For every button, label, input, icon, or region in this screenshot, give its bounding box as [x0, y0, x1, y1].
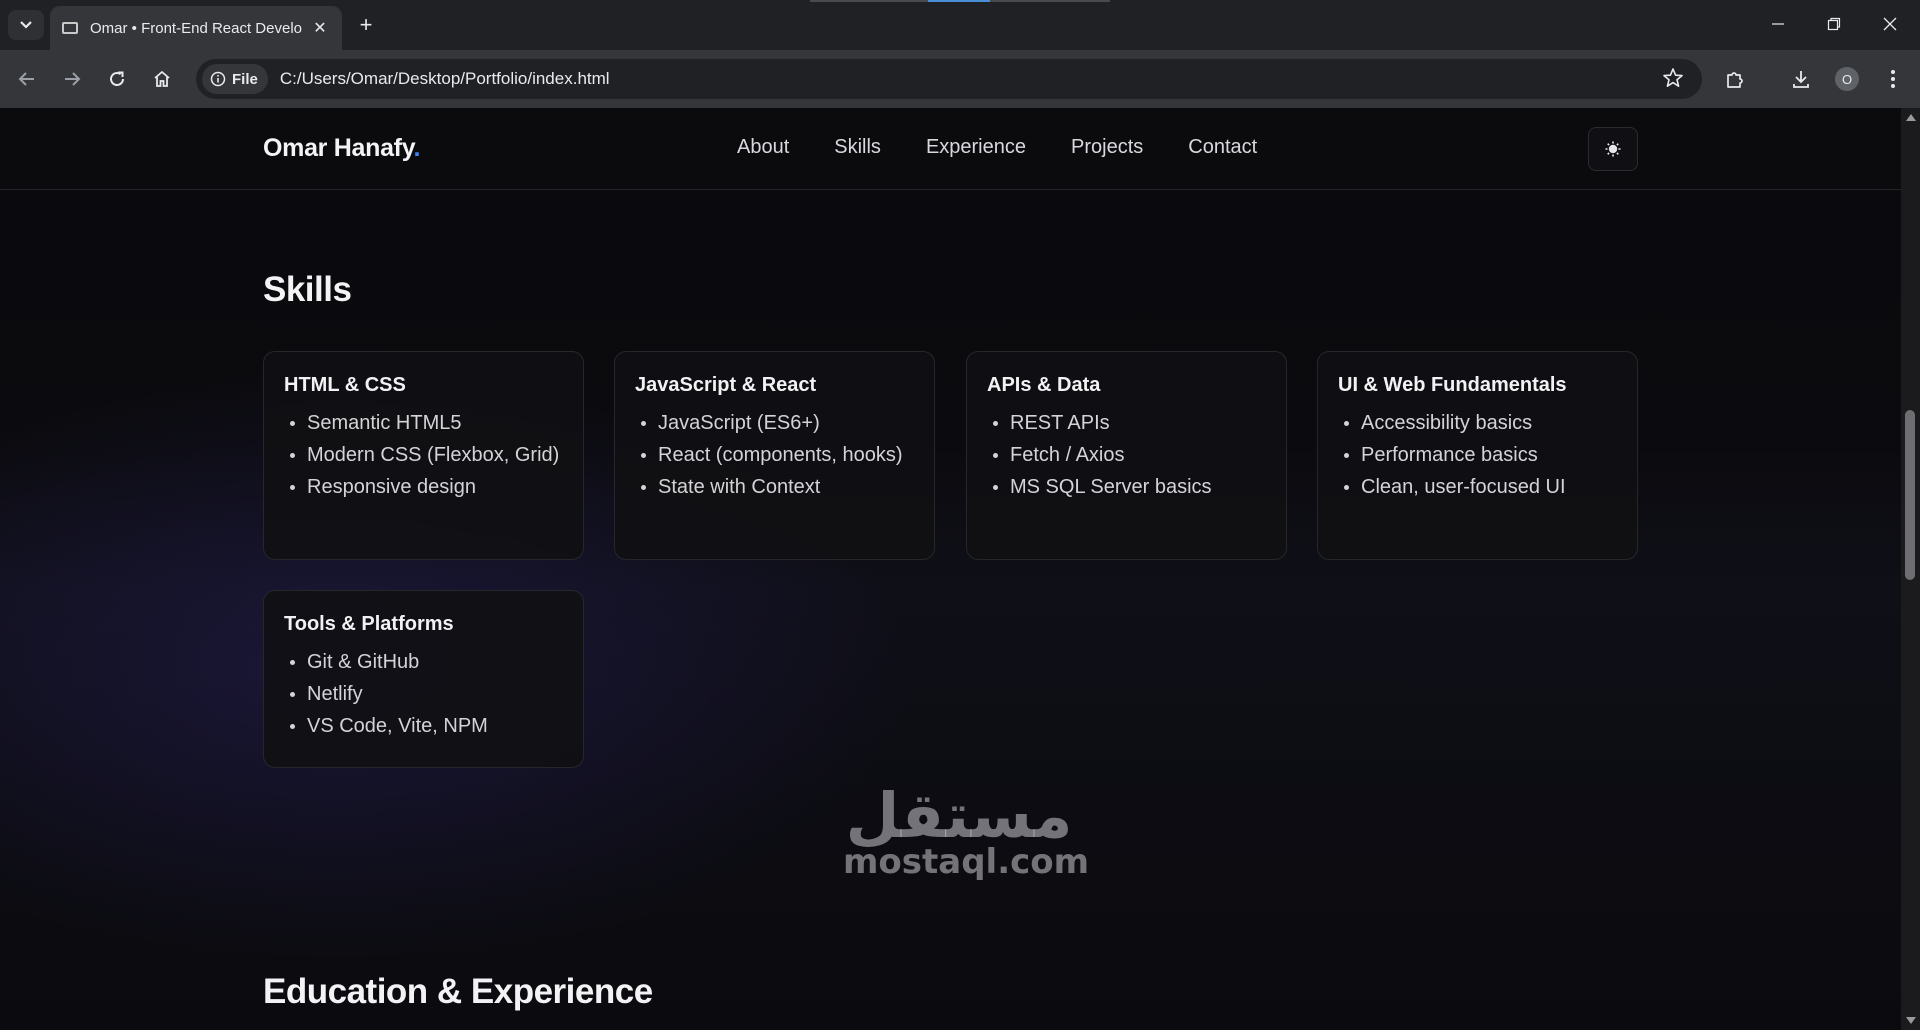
skill-list: JavaScript (ES6+) React (components, hoo…: [635, 407, 914, 503]
laptop-icon: [62, 22, 78, 34]
info-icon: [210, 71, 226, 87]
download-icon: [1793, 71, 1809, 88]
browser-toolbar: File C:/Users/Omar/Desktop/Portfolio/ind…: [0, 50, 1920, 108]
profile-button[interactable]: O: [1830, 62, 1864, 96]
reload-button[interactable]: [100, 62, 134, 96]
minimize-button[interactable]: [1750, 0, 1806, 48]
skill-card-title: Tools & Platforms: [284, 613, 454, 635]
skill-item: React (components, hooks): [635, 439, 914, 471]
education-experience-heading: Education & Experience: [263, 972, 653, 1011]
skill-item: JavaScript (ES6+): [635, 407, 914, 439]
skill-item: Modern CSS (Flexbox, Grid): [284, 439, 563, 471]
skill-item: REST APIs: [987, 407, 1266, 439]
watermark-arabic: مستقل: [845, 779, 1073, 852]
chevron-down-icon: [20, 21, 32, 29]
skill-list: REST APIs Fetch / Axios MS SQL Server ba…: [987, 407, 1266, 503]
nav-link-contact[interactable]: Contact: [1188, 136, 1257, 159]
main-nav: About Skills Experience Projects Contact: [737, 136, 1257, 159]
skill-item: Semantic HTML5: [284, 407, 563, 439]
skill-item: Clean, user-focused UI: [1338, 471, 1617, 503]
back-button[interactable]: [10, 62, 44, 96]
mostaql-watermark: مستقل mostaql.com: [843, 779, 1090, 882]
close-window-button[interactable]: [1862, 0, 1918, 48]
skill-item: State with Context: [635, 471, 914, 503]
page-scrollbar[interactable]: [1901, 108, 1920, 1030]
skill-card-html-css: HTML & CSS Semantic HTML5 Modern CSS (Fl…: [263, 351, 584, 560]
star-icon: [1663, 68, 1683, 87]
close-icon: [1883, 17, 1897, 31]
home-icon: [154, 70, 170, 87]
tab-title: Omar • Front-End React Developer: [90, 19, 302, 37]
skill-card-tools-platforms: Tools & Platforms Git & GitHub Netlify V…: [263, 590, 584, 768]
downloads-button[interactable]: [1784, 62, 1818, 96]
new-tab-button[interactable]: +: [350, 10, 382, 40]
skill-item: Accessibility basics: [1338, 407, 1617, 439]
skill-card-title: HTML & CSS: [284, 374, 406, 396]
brand-logo[interactable]: Omar Hanafy.: [263, 134, 420, 163]
skill-card-title: APIs & Data: [987, 374, 1101, 396]
nav-link-about[interactable]: About: [737, 136, 789, 159]
page-viewport: Omar Hanafy. About Skills Experience Pro…: [0, 108, 1901, 1030]
bookmark-star-button[interactable]: [1662, 67, 1684, 94]
skill-card-title: JavaScript & React: [635, 374, 817, 396]
arrow-right-icon: [65, 72, 81, 86]
profile-avatar: O: [1835, 67, 1859, 91]
nav-link-skills[interactable]: Skills: [834, 136, 881, 159]
site-header: Omar Hanafy. About Skills Experience Pro…: [0, 108, 1901, 190]
scrollbar-thumb[interactable]: [1905, 410, 1915, 580]
brand-name: Omar Hanafy: [263, 134, 414, 162]
address-bar[interactable]: File C:/Users/Omar/Desktop/Portfolio/ind…: [196, 59, 1702, 99]
top-indicator-accent: [928, 0, 990, 2]
browser-menu-button[interactable]: [1876, 62, 1910, 96]
skill-list: Git & GitHub Netlify VS Code, Vite, NPM: [284, 646, 563, 742]
skills-heading: Skills: [263, 270, 352, 309]
home-button[interactable]: [145, 62, 179, 96]
skill-item: Fetch / Axios: [987, 439, 1266, 471]
watermark-latin: mostaql.com: [843, 842, 1090, 882]
skill-item: MS SQL Server basics: [987, 471, 1266, 503]
tab-search-button[interactable]: [8, 10, 44, 40]
scroll-up-arrow-icon[interactable]: [1906, 114, 1916, 121]
puzzle-icon: [1727, 72, 1743, 88]
minimize-icon: [1772, 23, 1784, 25]
skill-item: Git & GitHub: [284, 646, 563, 678]
nav-link-projects[interactable]: Projects: [1071, 136, 1143, 159]
scroll-down-arrow-icon[interactable]: [1906, 1017, 1916, 1024]
file-chip-label: File: [232, 70, 258, 88]
site-info-chip[interactable]: File: [202, 64, 268, 94]
forward-button[interactable]: [55, 62, 89, 96]
close-tab-icon[interactable]: ✕: [310, 18, 330, 38]
brand-dot: .: [413, 134, 421, 162]
restore-icon: [1827, 17, 1841, 31]
skill-card-ui-web-fundamentals: UI & Web Fundamentals Accessibility basi…: [1317, 351, 1638, 560]
skill-card-javascript-react: JavaScript & React JavaScript (ES6+) Rea…: [614, 351, 935, 560]
skill-card-apis-data: APIs & Data REST APIs Fetch / Axios MS S…: [966, 351, 1287, 560]
extensions-button[interactable]: [1718, 62, 1752, 96]
skill-item: Netlify: [284, 678, 563, 710]
browser-tab-strip: Omar • Front-End React Developer ✕ +: [0, 0, 1920, 50]
skill-item: VS Code, Vite, NPM: [284, 710, 563, 742]
theme-toggle-button[interactable]: [1588, 127, 1638, 171]
restore-button[interactable]: [1806, 0, 1862, 48]
skill-list: Semantic HTML5 Modern CSS (Flexbox, Grid…: [284, 407, 563, 503]
arrow-left-icon: [18, 72, 34, 86]
url-text[interactable]: C:/Users/Omar/Desktop/Portfolio/index.ht…: [280, 69, 610, 89]
skill-card-title: UI & Web Fundamentals: [1338, 374, 1567, 396]
skill-item: Responsive design: [284, 471, 563, 503]
more-vertical-icon: [1891, 70, 1895, 88]
browser-tab[interactable]: Omar • Front-End React Developer ✕: [50, 6, 342, 50]
skill-list: Accessibility basics Performance basics …: [1338, 407, 1617, 503]
nav-link-experience[interactable]: Experience: [926, 136, 1026, 159]
reload-icon: [110, 71, 124, 86]
skill-item: Performance basics: [1338, 439, 1617, 471]
sun-icon: [1605, 141, 1621, 157]
